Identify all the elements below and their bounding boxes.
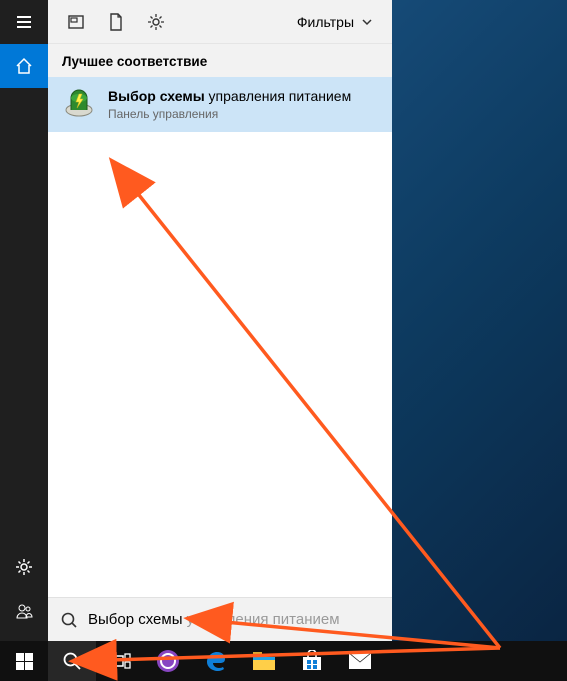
documents-filter-button[interactable]	[96, 2, 136, 42]
search-bar[interactable]: Выбор схемы управления питанием	[48, 597, 392, 641]
search-panel: Фильтры Лучшее соответствие Выбор схемы …	[48, 0, 392, 641]
taskbar-explorer-button[interactable]	[240, 641, 288, 681]
start-button[interactable]	[0, 641, 48, 681]
hamburger-icon	[15, 13, 33, 31]
apps-icon	[67, 13, 85, 31]
power-plan-icon	[62, 88, 96, 122]
result-title: Выбор схемы управления питанием	[108, 87, 351, 106]
taskbar-cortana-button[interactable]	[144, 641, 192, 681]
best-match-header: Лучшее соответствие	[48, 44, 392, 77]
mail-icon	[348, 652, 372, 670]
result-text: Выбор схемы управления питанием Панель у…	[108, 87, 351, 122]
store-icon	[301, 650, 323, 672]
home-icon	[15, 57, 33, 75]
people-icon	[15, 602, 33, 620]
start-sidebar	[0, 0, 48, 641]
apps-filter-button[interactable]	[56, 2, 96, 42]
home-button[interactable]	[0, 44, 48, 88]
taskview-icon	[109, 653, 131, 669]
settings-filter-button[interactable]	[136, 2, 176, 42]
results-empty-area	[48, 132, 392, 597]
taskbar-edge-button[interactable]	[192, 641, 240, 681]
filters-label: Фильтры	[297, 14, 354, 30]
people-button[interactable]	[0, 589, 48, 633]
menu-button[interactable]	[0, 0, 48, 44]
gear-icon	[147, 13, 165, 31]
search-icon	[62, 651, 82, 671]
cortana-icon	[156, 649, 180, 673]
panel-toolbar: Фильтры	[48, 0, 392, 44]
filters-dropdown[interactable]: Фильтры	[287, 2, 384, 42]
result-subtitle: Панель управления	[108, 106, 351, 122]
search-input[interactable]: Выбор схемы управления питанием	[88, 611, 380, 628]
document-icon	[108, 13, 124, 31]
taskbar-store-button[interactable]	[288, 641, 336, 681]
gear-icon	[15, 558, 33, 576]
taskbar	[0, 641, 567, 681]
taskbar-taskview-button[interactable]	[96, 641, 144, 681]
folder-icon	[252, 651, 276, 671]
settings-button[interactable]	[0, 545, 48, 589]
edge-icon	[204, 649, 228, 673]
windows-icon	[16, 653, 33, 670]
search-icon	[60, 611, 78, 629]
chevron-down-icon	[360, 15, 374, 29]
taskbar-mail-button[interactable]	[336, 641, 384, 681]
result-power-scheme[interactable]: Выбор схемы управления питанием Панель у…	[48, 77, 392, 132]
taskbar-search-button[interactable]	[48, 641, 96, 681]
